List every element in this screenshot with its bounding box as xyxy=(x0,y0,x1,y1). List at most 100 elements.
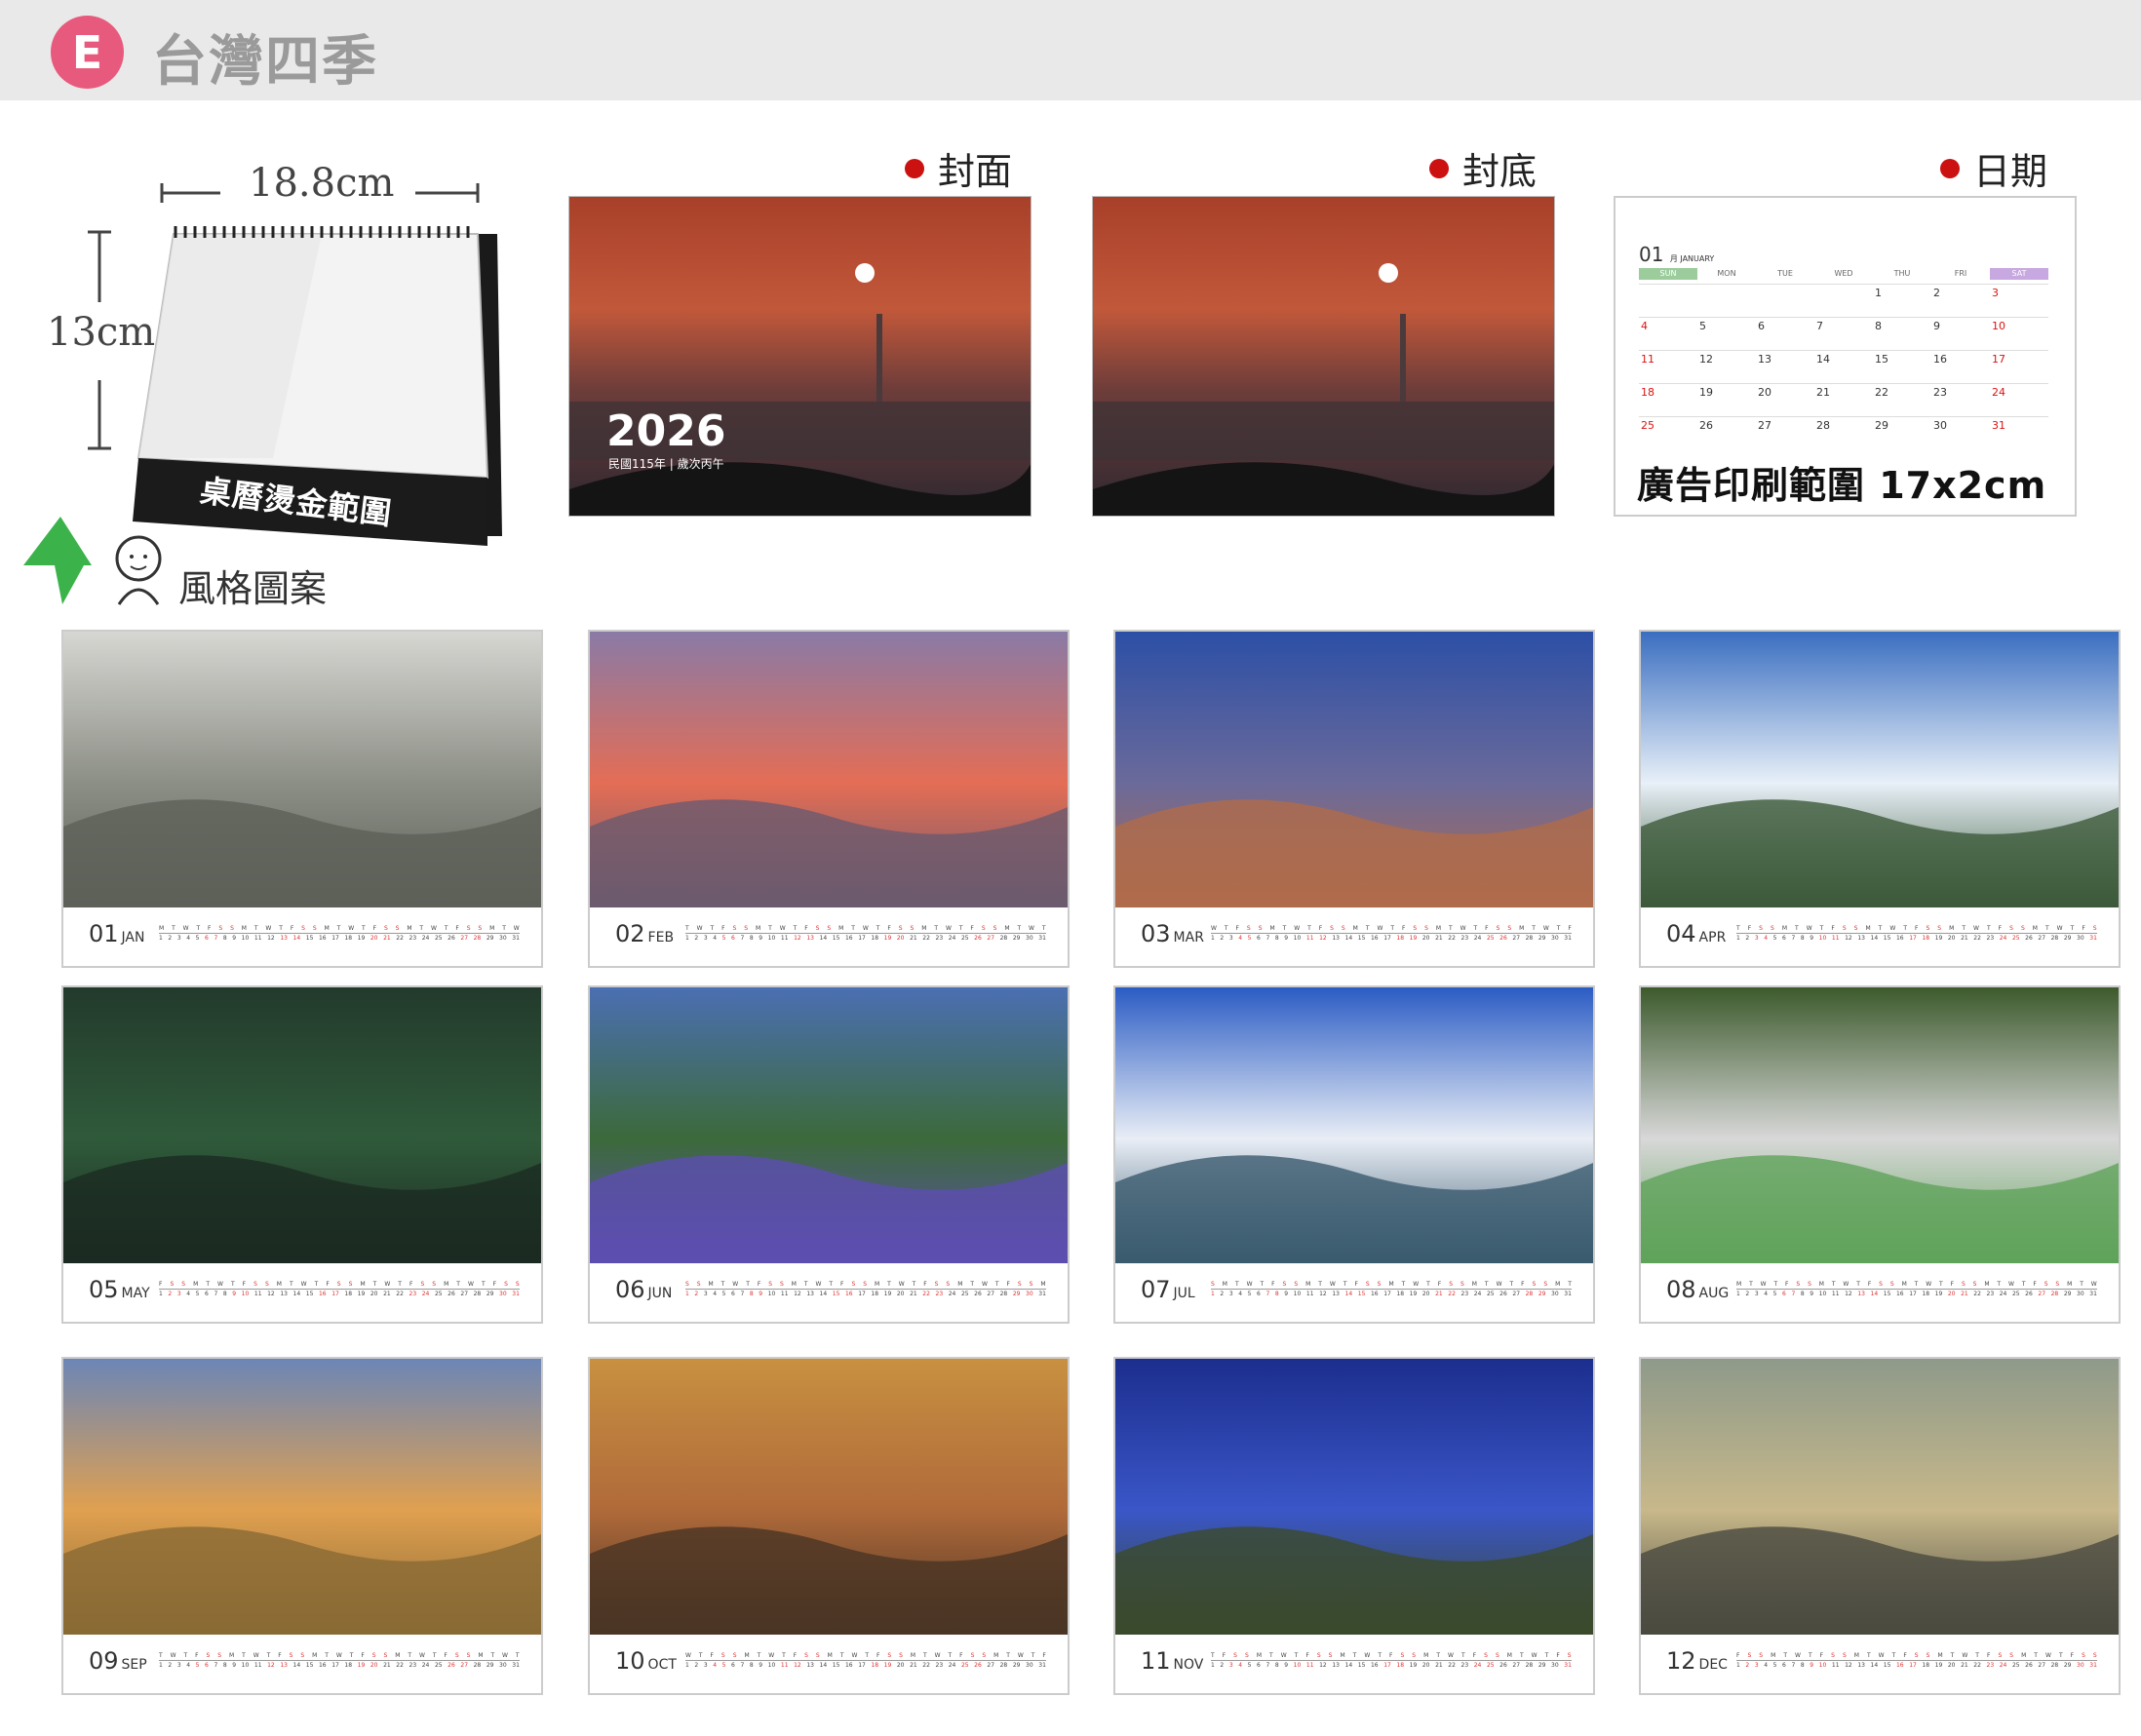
day-strip: MTWTFSSMTWTFSSMTWTFSSMTWTFSSMTW123456789… xyxy=(1736,1281,2097,1297)
date-cell: 5 xyxy=(1697,317,1756,350)
date-cell: 23 xyxy=(1931,383,1990,416)
landscape-photo xyxy=(1641,632,2119,907)
landscape-photo xyxy=(1115,632,1593,907)
height-dimension-label: 13cm xyxy=(47,310,156,355)
date-grid-body: 1 2 3 4 5 6 7 8 9 10 11 12 13 14 15 16 17 18 19 20 21 22 23 24 2… xyxy=(1639,284,2048,451)
section-badge: E xyxy=(51,16,124,89)
date-cell: 26 xyxy=(1697,416,1756,449)
month-card: 05 MAY FSSMTWTFSSMTWTFSSMTWTFSSMTWTFSS123… xyxy=(61,985,543,1324)
date-cell: 27 xyxy=(1756,416,1814,449)
red-dot-icon xyxy=(1429,158,1449,178)
month-number: 11 NOV xyxy=(1141,1647,1204,1675)
date-cell: 10 xyxy=(1990,317,2048,350)
date-cell: 30 xyxy=(1931,416,1990,449)
date-cell: 2 xyxy=(1931,284,1990,317)
date-cell: 8 xyxy=(1873,317,1931,350)
date-cell xyxy=(1814,284,1873,317)
date-cell: 9 xyxy=(1931,317,1990,350)
month-number: 06 JUN xyxy=(615,1276,673,1303)
month-card: 03 MAR WTFSSMTWTFSSMTWTFSSMTWTFSSMTWTF123… xyxy=(1113,630,1595,968)
date-cell xyxy=(1756,284,1814,317)
date-cell: 28 xyxy=(1814,416,1873,449)
day-strip: SSMTWTFSSMTWTFSSMTWTFSSMTWTFSSM123456789… xyxy=(685,1281,1046,1297)
date-cell: 20 xyxy=(1756,383,1814,416)
header-bar: E 台灣四季 xyxy=(0,0,2141,100)
date-cell: 6 xyxy=(1756,317,1814,350)
day-strip: TFSSMTWTFSSMTWTFSSMTWTFSSMTWTFS123456789… xyxy=(1736,925,2097,942)
front-cover-preview: 2026 民國115年 | 歲次丙午 xyxy=(568,196,1032,517)
date-cell: 22 xyxy=(1873,383,1931,416)
date-cell: 31 xyxy=(1990,416,2048,449)
month-card: 04 APR TFSSMTWTFSSMTWTFSSMTWTFSSMTWTFS123… xyxy=(1639,630,2121,968)
month-number: 12 DEC xyxy=(1666,1647,1728,1675)
date-cell: 15 xyxy=(1873,350,1931,383)
landscape-photo xyxy=(1641,1359,2119,1635)
month-card: 01 JAN MTWTFSSMTWTFSSMTWTFSSMTWTFSSMTW123… xyxy=(61,630,543,968)
date-cell: 17 xyxy=(1990,350,2048,383)
date-cell: 1 xyxy=(1873,284,1931,317)
month-number: 08 AUG xyxy=(1666,1276,1730,1303)
red-dot-icon xyxy=(1940,158,1960,178)
month-card: 09 SEP TWTFSSMTWTFSSMTWTFSSMTWTFSSMTWT123… xyxy=(61,1357,543,1695)
back-cover-label: 封底 xyxy=(1429,141,1537,195)
style-pattern-label: 風格圖案 xyxy=(178,567,328,610)
month-number: 10 OCT xyxy=(615,1647,677,1675)
landscape-photo xyxy=(1641,987,2119,1263)
month-number: 01 JAN xyxy=(89,920,145,947)
date-cell: 16 xyxy=(1931,350,1990,383)
date-cell xyxy=(1697,284,1756,317)
landscape-photo xyxy=(63,987,541,1263)
date-cell: 18 xyxy=(1639,383,1697,416)
day-strip: WTFSSMTWTFSSMTWTFSSMTWTFSSMTWTF123456789… xyxy=(1211,925,1572,942)
day-strip: TWTFSSMTWTFSSMTWTFSSMTWTFSSMTWT123456789… xyxy=(159,1652,520,1669)
month-number: 04 APR xyxy=(1666,920,1727,947)
landscape-photo xyxy=(63,632,541,907)
day-strip: MTWTFSSMTWTFSSMTWTFSSMTWTFSSMTW123456789… xyxy=(159,925,520,942)
date-cell xyxy=(1639,284,1697,317)
landscape-photo xyxy=(1115,987,1593,1263)
date-cell: 19 xyxy=(1697,383,1756,416)
weekday-header: SUN MON TUE WED THU FRI SAT xyxy=(1639,268,2048,280)
date-grid-sample: 01 月 JANUARY SUN MON TUE WED THU FRI SAT… xyxy=(1614,196,2077,517)
date-cell: 24 xyxy=(1990,383,2048,416)
style-pattern-icon xyxy=(23,517,162,605)
date-sample-month: 01 月 JANUARY xyxy=(1639,243,1715,266)
landscape-photo xyxy=(63,1359,541,1635)
month-number: 07 JUL xyxy=(1141,1276,1195,1303)
landscape-photo xyxy=(590,1359,1068,1635)
date-cell: 3 xyxy=(1990,284,2048,317)
month-number: 03 MAR xyxy=(1141,920,1204,947)
date-cell: 25 xyxy=(1639,416,1697,449)
date-label: 日期 xyxy=(1940,141,2047,195)
month-card: 10 OCT WTFSSMTWTFSSMTWTFSSMTWTFSSMTWTF123… xyxy=(588,1357,1070,1695)
date-cell: 4 xyxy=(1639,317,1697,350)
sunset-city-image xyxy=(1093,197,1554,516)
day-strip: SMTWTFSSMTWTFSSMTWTFSSMTWTFSSMT123456789… xyxy=(1211,1281,1572,1297)
red-dot-icon xyxy=(905,158,924,178)
month-card: 07 JUL SMTWTFSSMTWTFSSMTWTFSSMTWTFSSMT123… xyxy=(1113,985,1595,1324)
date-cell: 13 xyxy=(1756,350,1814,383)
landscape-photo xyxy=(590,632,1068,907)
page-title: 台灣四季 xyxy=(152,30,378,94)
month-number: 05 MAY xyxy=(89,1276,150,1303)
landscape-photo xyxy=(1115,1359,1593,1635)
front-cover-label: 封面 xyxy=(905,141,1012,195)
width-dimension-label: 18.8cm xyxy=(249,161,395,206)
day-strip: WTFSSMTWTFSSMTWTFSSMTWTFSSMTWTF123456789… xyxy=(685,1652,1046,1669)
month-number: 02 FEB xyxy=(615,920,675,947)
back-cover-preview xyxy=(1092,196,1555,517)
ad-print-area-label: 廣告印刷範圍 17x2cm xyxy=(1637,464,2047,507)
cover-year: 2026 xyxy=(606,406,726,456)
cover-subtitle: 民國115年 | 歲次丙午 xyxy=(608,457,724,471)
date-cell: 29 xyxy=(1873,416,1931,449)
date-cell: 12 xyxy=(1697,350,1756,383)
month-card: 12 DEC FSSMTWTFSSMTWTFSSMTWTFSSMTWTFSS123… xyxy=(1639,1357,2121,1695)
date-cell: 7 xyxy=(1814,317,1873,350)
date-cell: 14 xyxy=(1814,350,1873,383)
month-card: 11 NOV TFSSMTWTFSSMTWTFSSMTWTFSSMTWTFS123… xyxy=(1113,1357,1595,1695)
month-card: 08 AUG MTWTFSSMTWTFSSMTWTFSSMTWTFSSMTW123… xyxy=(1639,985,2121,1324)
month-number: 09 SEP xyxy=(89,1647,147,1675)
month-card: 02 FEB TWTFSSMTWTFSSMTWTFSSMTWTFSSMTWT123… xyxy=(588,630,1070,968)
day-strip: TFSSMTWTFSSMTWTFSSMTWTFSSMTWTFS123456789… xyxy=(1211,1652,1572,1669)
date-cell: 21 xyxy=(1814,383,1873,416)
